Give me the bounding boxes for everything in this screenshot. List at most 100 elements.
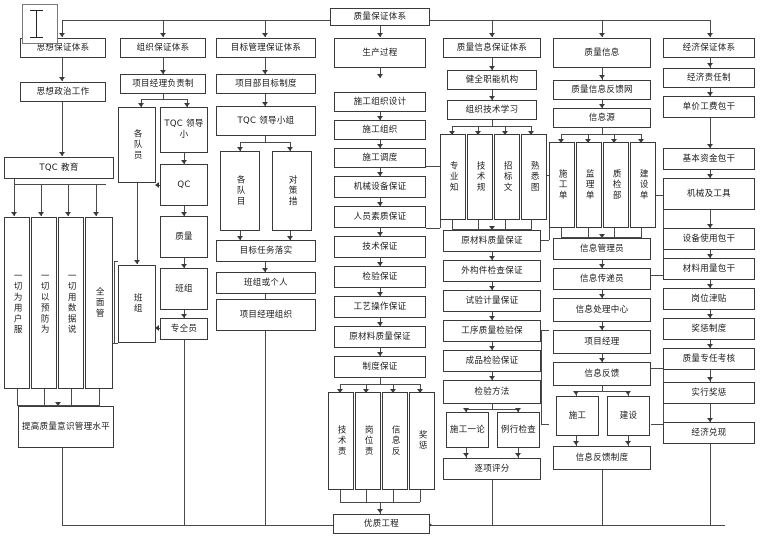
edge-i-b3 — [71, 389, 72, 406]
node-target-1: TQC 领导小组 — [216, 106, 316, 136]
node-organization-chain-2: 质量 — [160, 216, 208, 258]
arrow-e10 — [707, 377, 713, 381]
node-target-vertical-0: 各队目 — [220, 151, 260, 231]
arrow-c2 — [160, 33, 166, 37]
node-economic-8: 质量专任考核 — [663, 348, 755, 370]
node-target-tail-2: 项目经理组织 — [216, 299, 316, 331]
arrow-i-v3 — [65, 212, 71, 216]
arrow-q8b — [515, 453, 521, 457]
node-production-2: 施工调度 — [334, 148, 426, 168]
node-organization-head: 组织保证体系 — [120, 38, 206, 58]
node-info-assurance-vertical-0: 专业知 — [440, 134, 466, 220]
node-organization-chain-3: 班组 — [160, 268, 208, 310]
fan-q — [452, 126, 532, 127]
edge-t-foot — [265, 331, 266, 526]
node-production-vertical-3: 奖惩 — [409, 392, 435, 490]
link-cross-7 — [651, 424, 663, 425]
node-info-assurance-tail-2: 试验计量保证 — [443, 290, 541, 312]
edge-p-b2 — [366, 490, 367, 502]
fan-r — [561, 134, 641, 135]
arrow-p0 — [377, 74, 383, 78]
node-production-9: 制度保证 — [334, 356, 426, 378]
node-economic-2: 基本资金包干 — [663, 148, 755, 170]
node-production-vertical-0: 技术责 — [328, 392, 354, 490]
fan-p-a — [380, 378, 381, 384]
node-organization-chain-0: TQC 领导小 — [160, 107, 208, 153]
edge-i-b1 — [17, 389, 18, 406]
link-cross-16 — [541, 330, 542, 424]
node-quality-info-vertical-1: 监理单 — [576, 142, 602, 228]
node-quality-info-1: 信息源 — [553, 108, 651, 128]
node-production-1: 施工组织 — [334, 120, 426, 140]
node-organization-vertical-1: 班组 — [118, 265, 156, 343]
arrow-r7b — [625, 441, 631, 445]
edge-i2 — [62, 102, 63, 156]
node-ideology-vertical-0: 一切为用户服 — [4, 217, 30, 389]
link-cross-17 — [114, 261, 115, 343]
node-production-4: 人员素质保证 — [334, 206, 426, 228]
edge-i-b2 — [44, 389, 45, 406]
arrow-p-foot — [377, 509, 383, 513]
fan-t — [240, 142, 290, 143]
node-info-assurance-tail-5: 检验方法 — [443, 380, 541, 404]
node-production-vertical-1: 岗位责 — [355, 392, 381, 490]
node-info-assurance-pair-0: 施工一论 — [446, 412, 489, 448]
edge-r-foot — [602, 470, 603, 526]
link-cross-8 — [541, 330, 549, 331]
node-info-assurance-tail-4: 成品检验保证 — [443, 350, 541, 372]
edge-o-foot — [184, 340, 185, 526]
node-info-assurance-0: 健全职能机构 — [447, 70, 537, 90]
node-ideology-vertical-1: 一切以预防为 — [31, 217, 57, 389]
arrow-i2 — [59, 152, 65, 156]
node-production-0: 施工组织设计 — [334, 92, 426, 112]
node-info-assurance-tail-1: 外构件检查保证 — [443, 260, 541, 282]
node-organization-chain-1: QC — [160, 164, 208, 206]
link-cross-5 — [651, 275, 663, 276]
arrow-i-v1 — [11, 212, 17, 216]
node-economic-5: 材料用量包干 — [663, 258, 755, 280]
link-cross-6 — [651, 368, 663, 369]
foot-bus-left — [62, 525, 337, 526]
node-quality-info-tail-0: 信息管理员 — [553, 238, 651, 260]
edge-q-b4 — [531, 220, 532, 230]
edge-p-b3 — [393, 490, 394, 502]
node-ideology-tail-0: 提高质量意识管理水平 — [18, 406, 114, 448]
fan-q2 — [466, 409, 518, 410]
node-ideology-vertical-2: 一切用数据说 — [58, 217, 84, 389]
fan-i — [14, 184, 106, 185]
node-info-assurance-vertical-3: 熟悉图 — [521, 134, 547, 220]
node-organization-0: 项目经理负责制 — [120, 74, 206, 94]
node-economic-1: 单价工费包干 — [663, 96, 755, 118]
node-organization-chain-4: 专仝员 — [160, 318, 208, 340]
edge-p-b4 — [420, 490, 421, 502]
node-target-head: 目标管理保证体系 — [216, 38, 316, 58]
link-cross-9 — [541, 424, 549, 425]
node-info-assurance-1: 组织技术学习 — [447, 100, 537, 120]
arrow-c1 — [59, 33, 65, 37]
node-production-vertical-2: 信息反 — [382, 392, 408, 490]
text-cursor-icon — [22, 4, 58, 44]
fan-o-a — [163, 94, 164, 99]
arrow-i-v4 — [93, 212, 99, 216]
edge-i-b4 — [99, 389, 100, 406]
node-footer: 优质工程 — [333, 514, 430, 534]
node-target-0: 项目部目标制度 — [216, 74, 316, 94]
fan-r2-a — [602, 386, 603, 391]
node-production-5: 技术保证 — [334, 236, 426, 258]
arrow-r1 — [599, 75, 605, 79]
fan-r-a — [602, 128, 603, 134]
node-ideology-0: 思想政治工作 — [20, 82, 106, 102]
fan-o — [141, 99, 187, 100]
arrow-e1 — [707, 63, 713, 67]
arrow-i1 — [59, 77, 65, 81]
node-economic-0: 经济责任制 — [663, 68, 755, 88]
edge-e-foot — [710, 444, 711, 526]
foot-bus-right — [430, 525, 725, 526]
edge-i-foot — [62, 448, 63, 526]
node-production-8: 原材料质量保证 — [334, 326, 426, 348]
edge-o6 — [137, 183, 138, 264]
node-production-6: 检验保证 — [334, 266, 426, 288]
arrow-q8a — [463, 453, 469, 457]
node-info-assurance-pair-1: 例行检查 — [497, 412, 540, 448]
arrow-o6 — [134, 260, 140, 264]
